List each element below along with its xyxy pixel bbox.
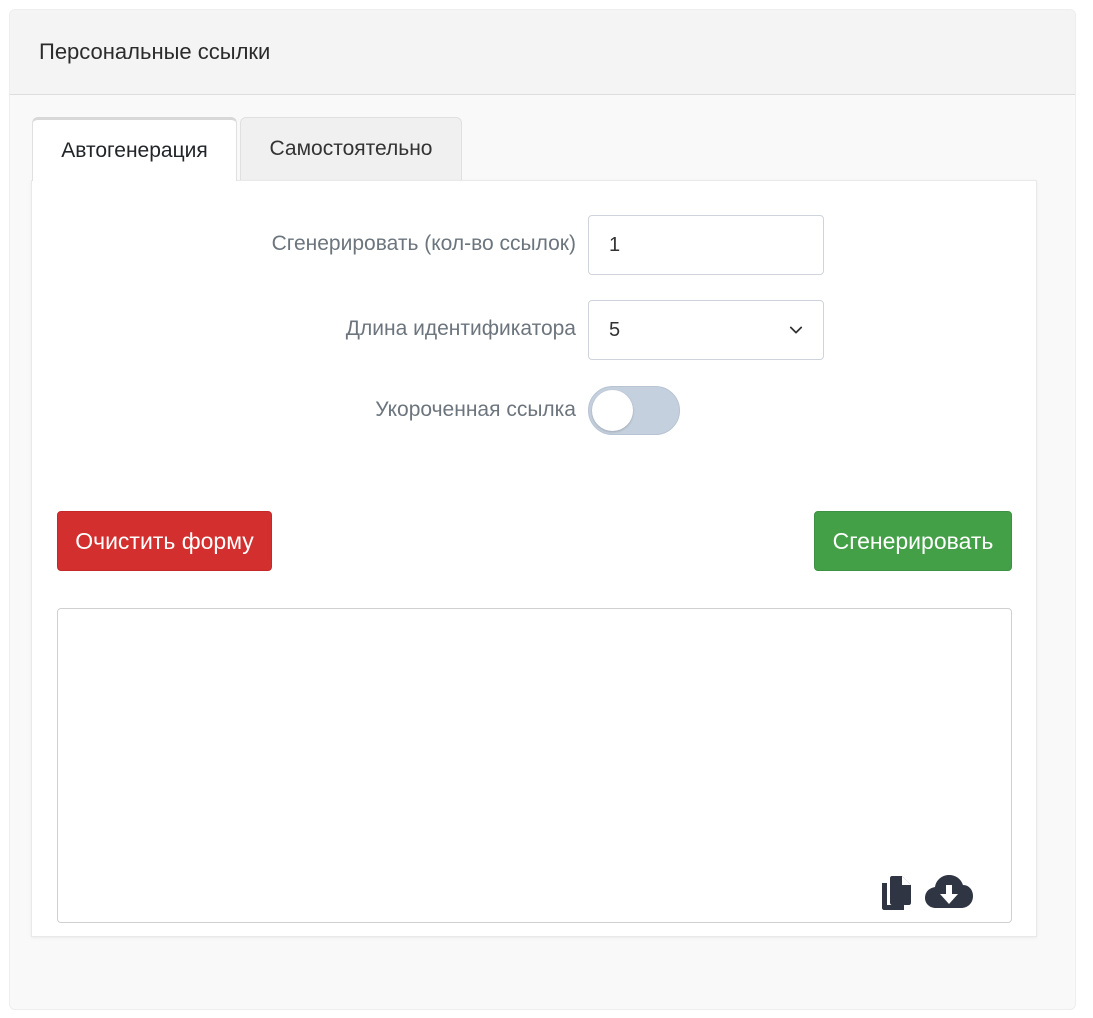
clear-form-button[interactable]: Очистить форму <box>57 511 272 571</box>
tab-bar: Автогенерация Самостоятельно <box>32 117 465 181</box>
page-title: Персональные ссылки <box>39 39 271 64</box>
tab-panel: Сгенерировать (кол-во ссылок) 1 Длина ид… <box>31 180 1037 937</box>
toggle-knob <box>592 390 633 431</box>
short-link-label: Укороченная ссылка <box>375 398 576 421</box>
output-textarea[interactable] <box>57 608 1012 923</box>
tab-autogeneration[interactable]: Автогенерация <box>32 117 237 181</box>
copy-icon[interactable] <box>880 875 912 911</box>
id-length-select[interactable]: 5 <box>588 300 824 360</box>
id-length-value: 5 <box>609 318 621 341</box>
id-length-label: Длина идентификатора <box>345 317 576 340</box>
count-label: Сгенерировать (кол-во ссылок) <box>271 232 576 255</box>
tab-manual[interactable]: Самостоятельно <box>240 117 462 180</box>
cloud-download-icon[interactable] <box>924 874 974 912</box>
generate-button[interactable]: Сгенерировать <box>814 511 1012 571</box>
short-link-toggle[interactable] <box>588 386 680 435</box>
chevron-down-icon <box>789 326 803 334</box>
count-input[interactable]: 1 <box>588 215 824 275</box>
card-header: Персональные ссылки <box>10 10 1075 95</box>
